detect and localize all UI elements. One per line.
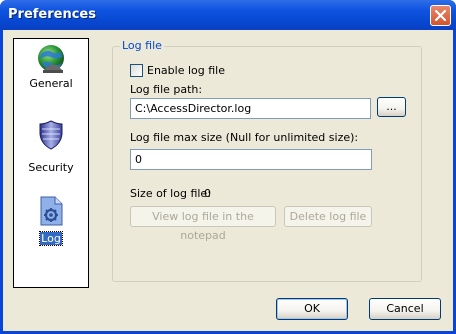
sidebar-item-label: Security xyxy=(28,161,74,174)
sidebar-item-log[interactable]: Log xyxy=(14,195,88,247)
shield-icon xyxy=(39,120,63,150)
enable-log-label[interactable]: Enable log file xyxy=(147,64,225,77)
preferences-window: Preferences General Security Log Log fil… xyxy=(0,0,456,334)
enable-log-checkbox[interactable] xyxy=(130,64,143,77)
max-size-field[interactable]: 0 xyxy=(130,149,372,170)
delete-log-button[interactable]: Delete log file xyxy=(284,206,372,227)
close-button[interactable] xyxy=(430,5,451,26)
ok-button[interactable]: OK xyxy=(276,298,348,320)
sidebar-item-general[interactable]: General xyxy=(14,43,88,97)
max-size-label: Log file max size (Null for unlimited si… xyxy=(130,131,359,144)
log-size-value: 0 xyxy=(204,187,211,200)
title-bar[interactable]: Preferences xyxy=(0,0,456,30)
dialog-body: General Security Log Log file Enable log… xyxy=(3,30,453,331)
cancel-button[interactable]: Cancel xyxy=(369,298,441,320)
close-icon xyxy=(435,10,446,21)
globe-icon xyxy=(38,45,64,73)
browse-button[interactable]: ... xyxy=(377,97,406,117)
sidebar-item-security[interactable]: Security xyxy=(14,119,88,174)
log-file-icon xyxy=(40,196,63,226)
view-log-button[interactable]: View log file in the notepad xyxy=(130,206,276,242)
sidebar-item-label: Log xyxy=(39,231,63,246)
log-path-field[interactable]: C:\AccessDirector.log xyxy=(130,98,371,119)
sidebar-item-label: General xyxy=(29,77,73,90)
category-sidebar: General Security Log xyxy=(13,38,89,288)
log-path-label: Log file path: xyxy=(130,83,203,96)
log-size-label: Size of log file: xyxy=(130,187,211,200)
window-title: Preferences xyxy=(8,7,96,22)
group-title: Log file xyxy=(120,39,164,52)
